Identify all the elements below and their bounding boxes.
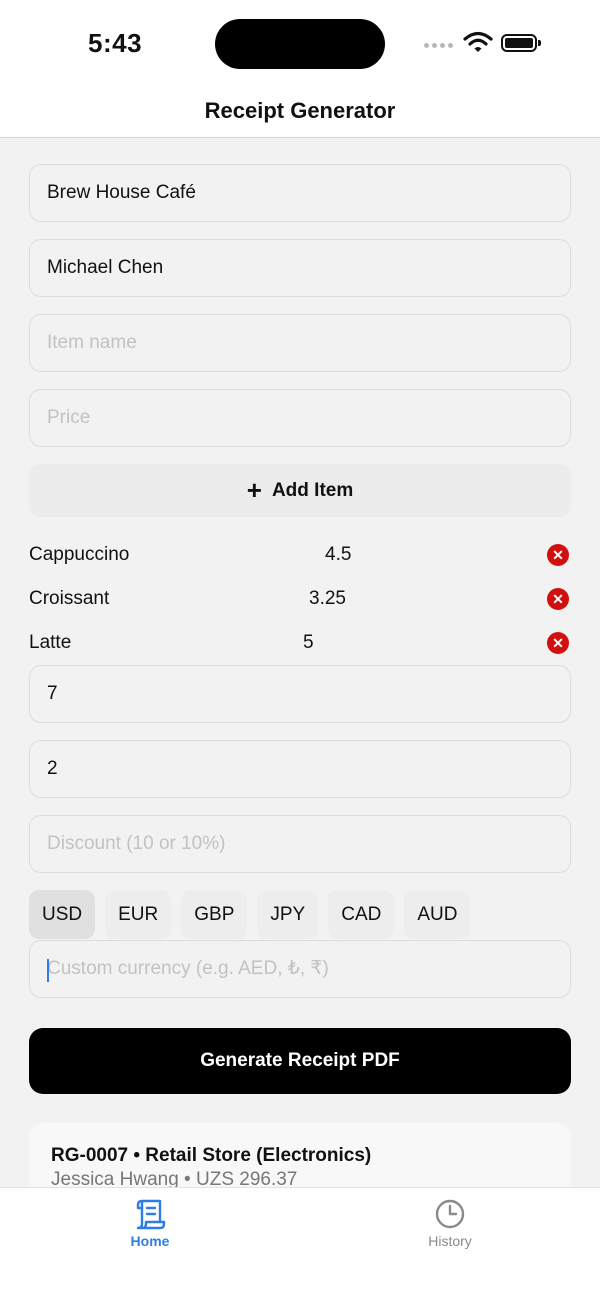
item-name-input[interactable] <box>30 315 570 371</box>
business-name-field[interactable] <box>29 164 571 222</box>
tab-history[interactable]: History <box>300 1188 600 1300</box>
tab-history-label: History <box>428 1233 472 1249</box>
dynamic-island <box>215 19 385 69</box>
generate-receipt-button[interactable]: Generate Receipt PDF <box>29 1028 571 1094</box>
currency-chip-cad[interactable]: CAD <box>328 890 395 939</box>
customer-name-input[interactable] <box>30 240 570 296</box>
tip-input[interactable] <box>30 741 570 797</box>
tab-home[interactable]: Home <box>0 1188 300 1300</box>
currency-chip-eur[interactable]: EUR <box>105 890 172 939</box>
page-title: Receipt Generator <box>204 98 396 123</box>
remove-item-icon[interactable]: ✕ <box>547 632 569 654</box>
tax-input[interactable] <box>30 666 570 722</box>
currency-chip-aud[interactable]: AUD <box>404 890 471 939</box>
list-item: Croissant 3.25 ✕ <box>29 584 571 614</box>
price-field[interactable] <box>29 389 571 447</box>
add-item-label: Add Item <box>271 479 354 501</box>
receipt-icon <box>133 1198 167 1235</box>
list-item: Latte 5 ✕ <box>29 628 571 658</box>
item-price: 3.25 <box>309 588 346 609</box>
discount-input[interactable] <box>30 816 570 872</box>
currency-selector: USD EUR GBP JPY CAD AUD <box>29 890 471 939</box>
text-cursor <box>47 959 49 982</box>
business-name-input[interactable] <box>30 165 570 221</box>
custom-currency-field[interactable] <box>29 940 571 998</box>
customer-name-field[interactable] <box>29 239 571 297</box>
item-name: Cappuccino <box>29 544 130 565</box>
custom-currency-input[interactable] <box>30 941 570 997</box>
discount-field[interactable] <box>29 815 571 873</box>
status-bar: 5:43 <box>0 0 600 88</box>
tab-home-label: Home <box>130 1233 170 1249</box>
currency-chip-gbp[interactable]: GBP <box>181 890 248 939</box>
item-name: Croissant <box>29 588 110 609</box>
tax-field[interactable] <box>29 665 571 723</box>
clock-icon <box>434 1198 466 1235</box>
currency-chip-jpy[interactable]: JPY <box>257 890 319 939</box>
plus-icon: + <box>246 474 262 505</box>
currency-chip-usd[interactable]: USD <box>29 890 96 939</box>
status-time: 5:43 <box>88 28 143 58</box>
price-input[interactable] <box>30 390 570 446</box>
cellular-signal-icon <box>424 43 453 48</box>
list-item: Cappuccino 4.5 ✕ <box>29 540 571 570</box>
item-name: Latte <box>29 632 72 653</box>
remove-item-icon[interactable]: ✕ <box>547 544 569 566</box>
item-price: 4.5 <box>325 544 352 565</box>
add-item-button[interactable]: + Add Item <box>29 464 571 517</box>
tip-field[interactable] <box>29 740 571 798</box>
tab-bar: Home History <box>0 1187 600 1300</box>
item-name-field[interactable] <box>29 314 571 372</box>
wifi-icon <box>463 31 493 58</box>
item-price: 5 <box>303 632 314 653</box>
receipt-card-title: RG-0007 • Retail Store (Electronics) <box>51 1145 372 1166</box>
remove-item-icon[interactable]: ✕ <box>547 588 569 610</box>
battery-icon <box>501 34 541 52</box>
navigation-bar: Receipt Generator <box>0 88 600 138</box>
